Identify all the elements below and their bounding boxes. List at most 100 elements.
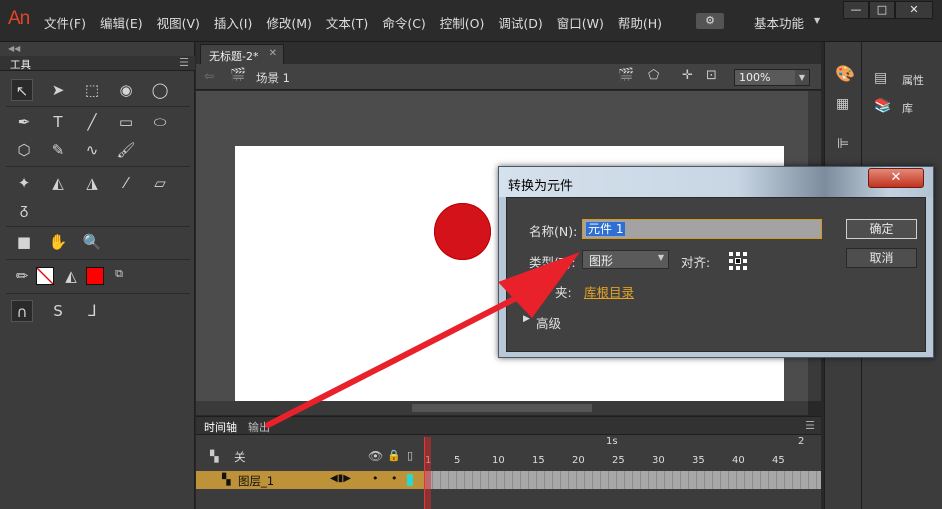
straighten-option-button[interactable]: ᒧ — [81, 300, 103, 322]
menu-edit[interactable]: 编辑(E) — [100, 13, 143, 32]
lock-icon[interactable]: 🔒 — [387, 449, 401, 462]
panel-menu-icon[interactable]: ☰ — [179, 56, 189, 69]
eye-icon[interactable]: 👁 — [368, 449, 383, 463]
paint-bucket-tool[interactable]: ◭ — [47, 172, 69, 194]
registration-point[interactable] — [729, 252, 733, 256]
playhead[interactable] — [424, 437, 431, 509]
properties-tab[interactable]: 属性 — [902, 72, 924, 88]
registration-point[interactable] — [736, 266, 740, 270]
pencil-tool[interactable]: ✎ — [47, 139, 69, 161]
selection-tool[interactable]: ↖ — [11, 79, 33, 101]
menu-file[interactable]: 文件(F) — [44, 13, 86, 32]
ok-button[interactable]: 确定 — [846, 219, 917, 239]
registration-point-selected[interactable] — [736, 259, 740, 263]
symbol-type-select[interactable]: 图形 ▼ — [582, 250, 669, 269]
ink-bottle-tool[interactable]: ◮ — [81, 172, 103, 194]
menu-window[interactable]: 窗口(W) — [557, 13, 604, 32]
maximize-button[interactable]: □ — [869, 1, 895, 19]
registration-point[interactable] — [743, 252, 747, 256]
text-tool[interactable]: T — [47, 111, 69, 133]
scene-breadcrumb[interactable]: 场景 1 — [256, 70, 290, 86]
menu-insert[interactable]: 插入(I) — [214, 13, 252, 32]
lock-dot-icon[interactable]: • — [391, 472, 398, 485]
smooth-option-button[interactable]: S — [47, 300, 69, 322]
properties-icon[interactable]: ▤ — [874, 70, 887, 86]
free-transform-tool[interactable]: ⬚ — [81, 79, 103, 101]
menu-help[interactable]: 帮助(H) — [618, 13, 662, 32]
menu-commands[interactable]: 命令(C) — [382, 13, 425, 32]
horizontal-scrollbar[interactable] — [196, 401, 808, 415]
edit-scene-icon[interactable]: 🎬 — [618, 68, 634, 83]
polystar-tool[interactable]: ⬡ — [13, 139, 35, 161]
zoom-select[interactable]: 100% ▼ — [734, 69, 810, 86]
layer-name[interactable]: 图层_1 — [238, 473, 274, 489]
folder-link[interactable]: 库根目录 — [584, 282, 634, 301]
align-grid-icon[interactable]: ▦ — [836, 96, 849, 112]
subselection-tool[interactable]: ➤ — [47, 79, 69, 101]
eraser-tool[interactable]: ▱ — [149, 172, 171, 194]
registration-point[interactable] — [743, 259, 747, 263]
red-circle-shape[interactable] — [434, 203, 491, 260]
registration-point[interactable] — [743, 266, 747, 270]
pen-tool[interactable]: ✒ — [13, 111, 35, 133]
library-icon[interactable]: 📚 — [874, 98, 891, 114]
color-palette-icon[interactable]: 🎨 — [835, 64, 855, 83]
paint-brush-tool[interactable]: ∿ — [81, 139, 103, 161]
align-icon[interactable]: ⊫ — [837, 136, 849, 152]
oval-tool[interactable]: ⬭ — [149, 111, 171, 133]
width-tool[interactable]: ᵹ — [13, 198, 35, 220]
registration-point[interactable] — [729, 266, 733, 270]
3d-rotation-tool[interactable]: ◉ — [115, 79, 137, 101]
back-arrow-icon[interactable]: ⇦ — [204, 69, 214, 83]
menu-text[interactable]: 文本(T) — [326, 13, 368, 32]
close-icon[interactable]: ✕ — [269, 48, 277, 59]
rectangle-tool[interactable]: ▭ — [115, 111, 137, 133]
workspace-switcher[interactable]: 基本功能 — [754, 13, 804, 32]
fill-color-tool[interactable]: ◭ — [60, 265, 82, 287]
library-tab[interactable]: 库 — [902, 100, 913, 116]
advanced-toggle[interactable]: 高级 — [536, 313, 561, 332]
sync-settings-button[interactable]: ⚙ — [696, 13, 724, 29]
close-window-button[interactable]: ✕ — [895, 1, 933, 19]
eyedropper-tool[interactable]: ⁄ — [115, 172, 137, 194]
bone-tool[interactable]: ✦ — [13, 172, 35, 194]
clip-content-icon[interactable]: ⊡ — [706, 68, 717, 83]
tab-output[interactable]: 输出 — [248, 419, 270, 435]
layer-outline-color[interactable] — [407, 474, 413, 486]
registration-point[interactable] — [729, 259, 733, 263]
outline-icon[interactable]: ▯ — [407, 449, 413, 462]
lasso-tool[interactable]: ◯ — [149, 79, 171, 101]
collapse-panel-icon[interactable]: ◀◀ — [8, 44, 20, 53]
fill-color-swatch[interactable] — [86, 267, 104, 285]
dialog-titlebar[interactable]: 转换为元件 ✕ — [499, 167, 933, 197]
dialog-close-button[interactable]: ✕ — [868, 168, 924, 188]
menu-view[interactable]: 视图(V) — [157, 13, 200, 32]
chevron-right-icon[interactable]: ▶ — [523, 314, 530, 324]
tab-timeline[interactable]: 时间轴 — [204, 419, 237, 435]
menu-modify[interactable]: 修改(M) — [266, 13, 312, 32]
scrollbar-thumb[interactable] — [412, 404, 592, 412]
visibility-dot-icon[interactable]: • — [372, 472, 379, 485]
registration-grid[interactable] — [727, 250, 747, 270]
camera-tool[interactable]: ■ — [13, 231, 35, 253]
cancel-button[interactable]: 取消 — [846, 248, 917, 268]
keyframe-nav-icon[interactable]: ◀▮▶ — [330, 473, 351, 484]
stroke-color-tool[interactable]: ✏ — [11, 265, 33, 287]
stroke-color-swatch[interactable] — [36, 267, 54, 285]
symbol-name-input[interactable]: 元件 1 — [582, 219, 822, 239]
brush-tool[interactable]: 🖌 — [115, 139, 137, 161]
line-tool[interactable]: ╱ — [81, 111, 103, 133]
edit-symbol-icon[interactable]: ⬠ — [648, 68, 659, 83]
swap-colors-button[interactable]: ⧉ — [108, 263, 130, 285]
minimize-button[interactable]: — — [843, 1, 869, 19]
menu-debug[interactable]: 调试(D) — [498, 13, 542, 32]
snap-to-objects-button[interactable]: ∩ — [11, 300, 33, 322]
document-tab[interactable]: 无标题-2* ✕ — [200, 44, 284, 64]
timeline-frames[interactable] — [424, 471, 821, 489]
hand-tool[interactable]: ✋ — [47, 231, 69, 253]
menu-control[interactable]: 控制(O) — [440, 13, 485, 32]
zoom-tool[interactable]: 🔍 — [81, 231, 103, 253]
panel-menu-icon[interactable]: ☰ — [805, 419, 815, 432]
center-stage-icon[interactable]: ✛ — [682, 68, 693, 83]
registration-point[interactable] — [736, 252, 740, 256]
